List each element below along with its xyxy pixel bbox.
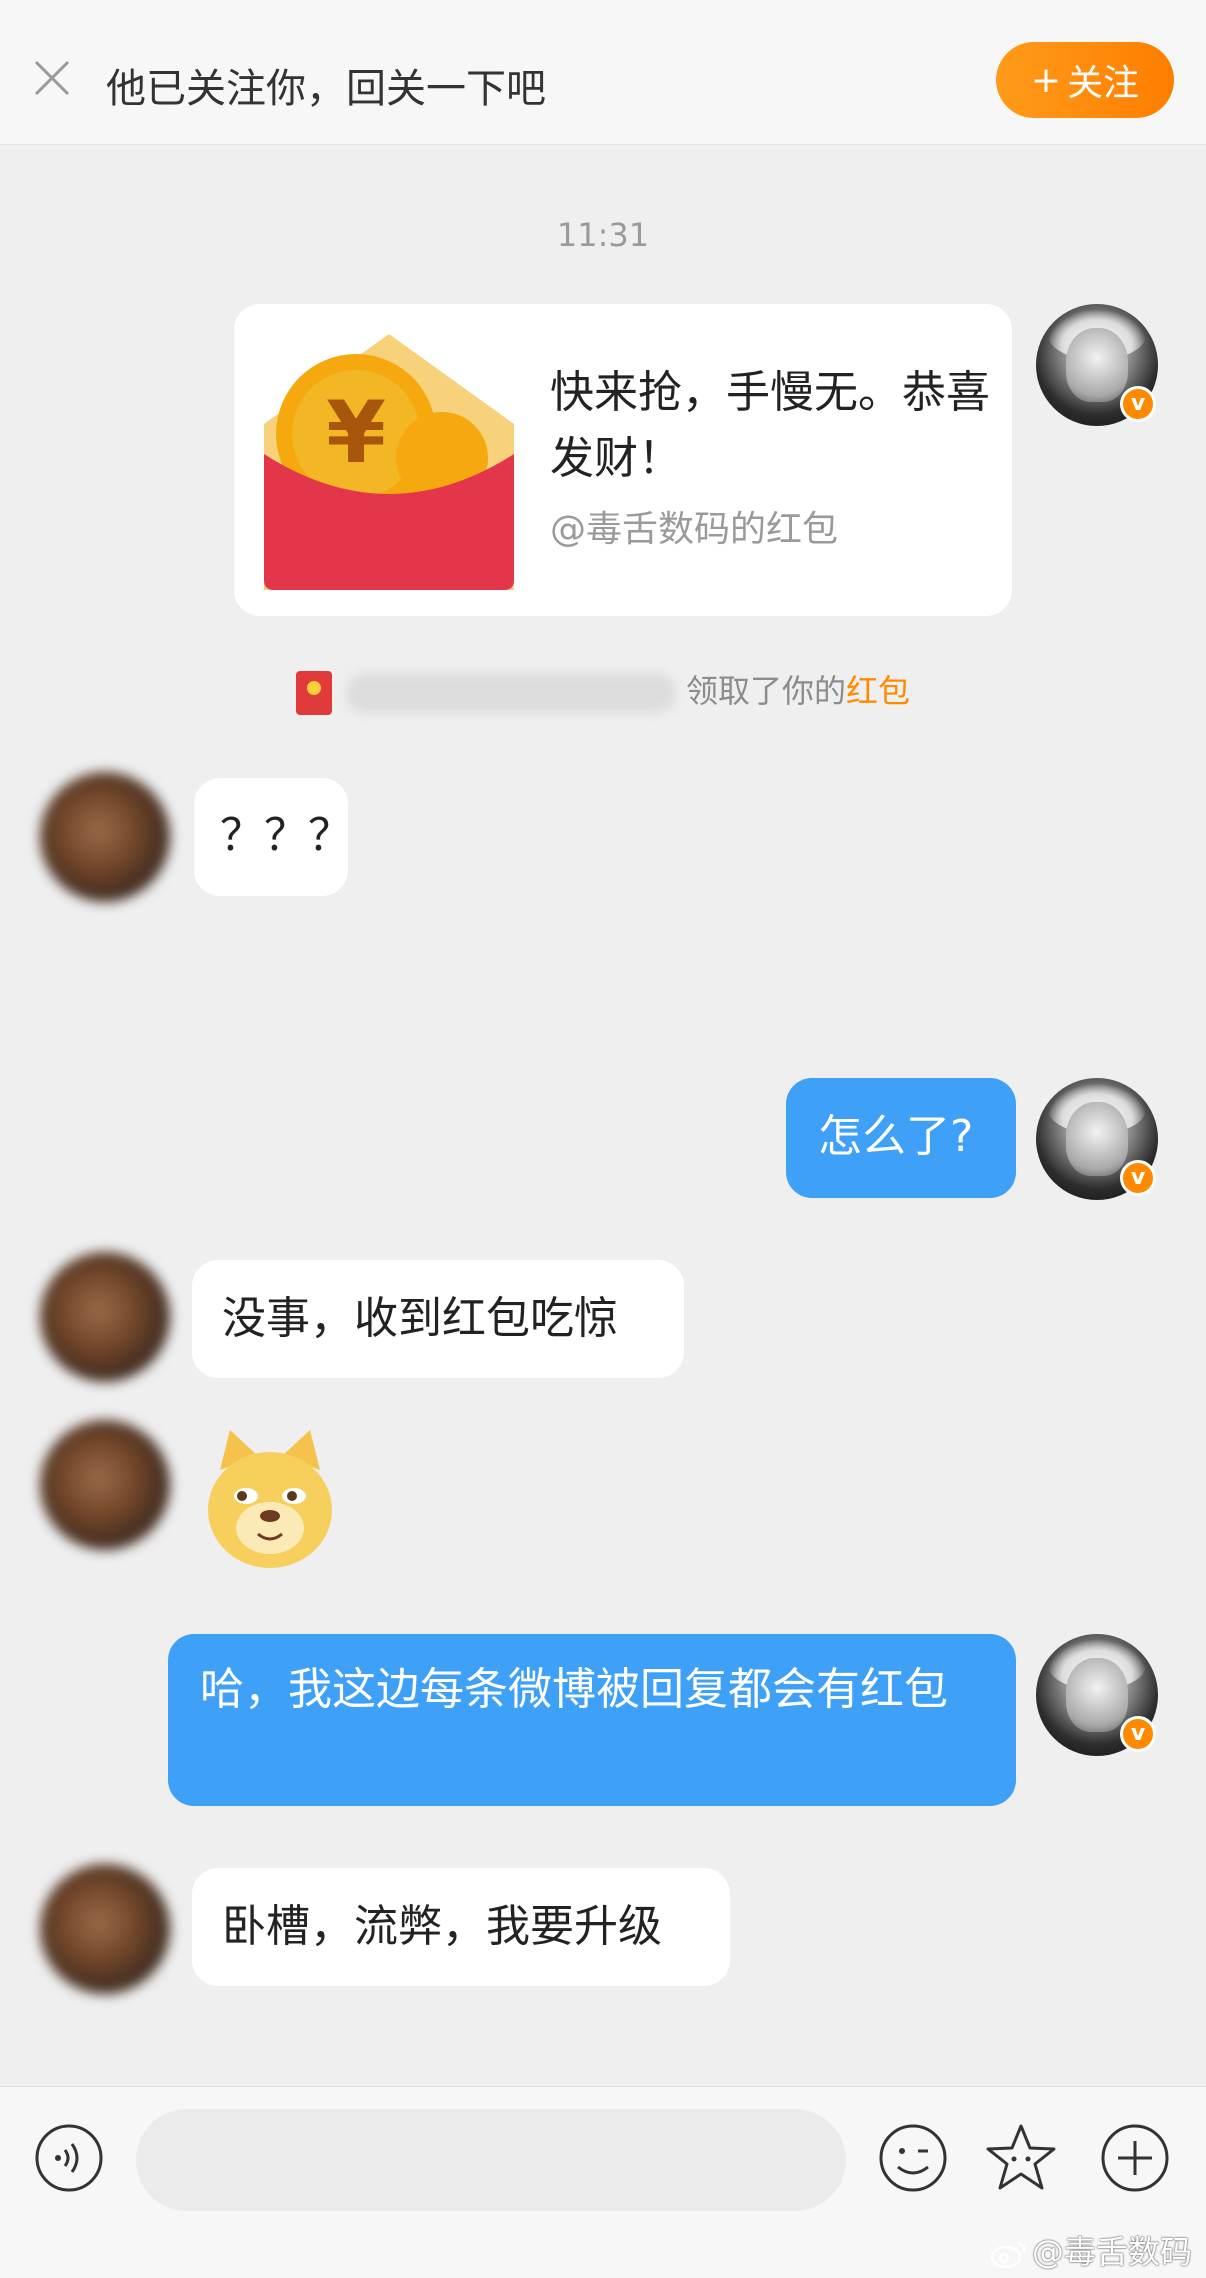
message-timestamp: 11:31: [556, 216, 650, 254]
message-input[interactable]: [136, 2109, 846, 2211]
verified-badge-icon: v: [1120, 1716, 1156, 1752]
my-avatar[interactable]: v: [1036, 1634, 1158, 1756]
input-bar: @毒舌数码: [0, 2086, 1206, 2278]
emoji-icon[interactable]: [878, 2123, 948, 2193]
red-packet-mini-icon: [295, 671, 332, 715]
red-packet-link[interactable]: 红包: [846, 672, 910, 710]
follow-back-prompt: 他已关注你，回关一下吧: [106, 66, 546, 112]
message-bubble-right: 哈，我这边每条微博被回复都会有红包: [168, 1634, 1016, 1806]
blurred-username: [345, 673, 676, 713]
voice-icon[interactable]: [34, 2123, 104, 2193]
message-bubble-left: 没事，收到红包吃惊: [192, 1260, 684, 1378]
red-packet-message: 快来抢，手慢无。恭喜发财！: [550, 367, 990, 484]
red-packet-card[interactable]: ¥ 快来抢，手慢无。恭喜发财！ @毒舌数码的红包: [234, 304, 1012, 616]
plus-icon: +: [1030, 59, 1062, 101]
message-bubble-right: 怎么了?: [786, 1078, 1016, 1198]
add-icon[interactable]: [1100, 2123, 1170, 2193]
svg-text:¥: ¥: [326, 383, 386, 483]
verified-badge-icon: v: [1120, 1160, 1156, 1196]
contact-avatar[interactable]: [40, 1420, 170, 1550]
weibo-logo-icon: [990, 2241, 1026, 2269]
watermark: @毒舌数码: [990, 2227, 1192, 2273]
contact-avatar[interactable]: [40, 1252, 170, 1382]
my-avatar[interactable]: v: [1036, 1078, 1158, 1200]
red-packet-sender: @毒舌数码的红包: [550, 509, 839, 550]
my-avatar[interactable]: v: [1036, 304, 1158, 426]
top-bar: 他已关注你，回关一下吧 + 关注: [0, 0, 1206, 145]
message-bubble-left: 卧槽，流弊，我要升级: [192, 1868, 730, 1986]
close-icon[interactable]: [32, 58, 72, 98]
follow-button[interactable]: + 关注: [996, 42, 1174, 118]
follow-button-label: 关注: [1067, 63, 1140, 104]
red-packet-claimed-notice: 领取了你的红包: [0, 666, 1206, 718]
doge-sticker-icon[interactable]: [206, 1430, 334, 1570]
red-packet-icon: ¥: [264, 334, 514, 590]
verified-badge-icon: v: [1120, 386, 1156, 422]
contact-avatar[interactable]: [40, 1864, 170, 1994]
star-icon[interactable]: [984, 2121, 1058, 2195]
message-bubble-left: ？？？: [194, 778, 352, 896]
contact-avatar[interactable]: [40, 772, 170, 902]
